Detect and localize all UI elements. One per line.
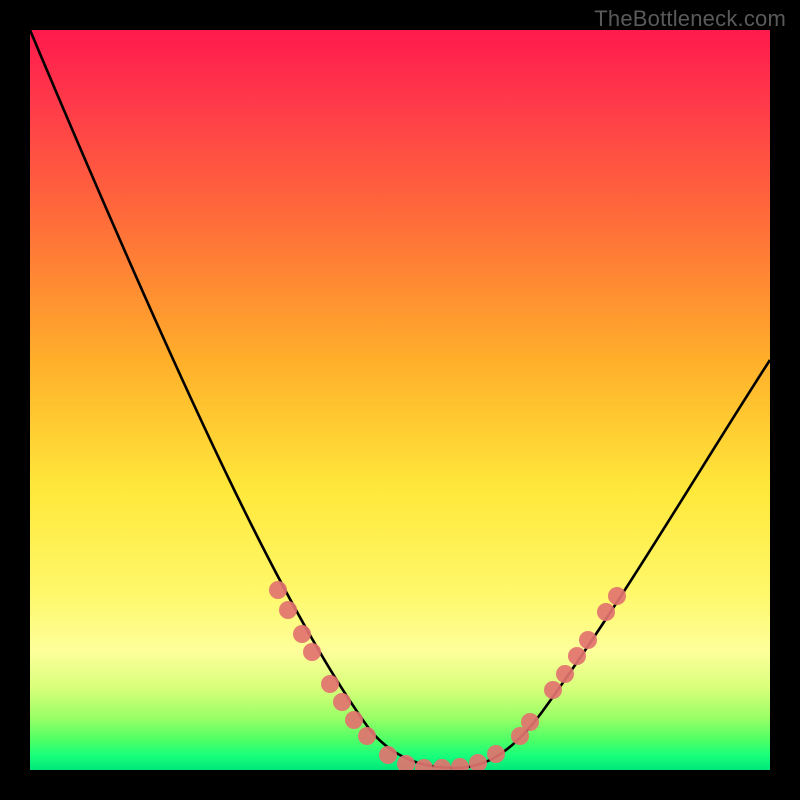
dot-bottom-3	[433, 759, 451, 770]
dots-left-group	[269, 581, 376, 745]
dot-left-2	[293, 625, 311, 643]
dot-right-7	[608, 587, 626, 605]
dots-right-group	[511, 587, 626, 745]
dot-right-2	[544, 681, 562, 699]
dot-right-5	[579, 631, 597, 649]
dot-bottom-5	[469, 754, 487, 770]
watermark-text: TheBottleneck.com	[594, 6, 786, 32]
plot-area	[30, 30, 770, 770]
bottleneck-curve	[30, 30, 770, 768]
dot-bottom-2	[415, 759, 433, 770]
dot-left-7	[358, 727, 376, 745]
dot-bottom-4	[451, 758, 469, 770]
dot-bottom-6	[487, 745, 505, 763]
dot-right-6	[597, 603, 615, 621]
dot-left-6	[345, 711, 363, 729]
dot-left-1	[279, 601, 297, 619]
curve-svg	[30, 30, 770, 770]
dot-left-4	[321, 675, 339, 693]
chart-stage: TheBottleneck.com	[0, 0, 800, 800]
dots-bottom-group	[379, 745, 505, 770]
dot-right-4	[568, 647, 586, 665]
dot-right-3	[556, 665, 574, 683]
dot-right-1	[521, 713, 539, 731]
dot-bottom-1	[397, 755, 415, 770]
dot-left-3	[303, 643, 321, 661]
dot-bottom-0	[379, 746, 397, 764]
dot-left-0	[269, 581, 287, 599]
dot-left-5	[333, 693, 351, 711]
